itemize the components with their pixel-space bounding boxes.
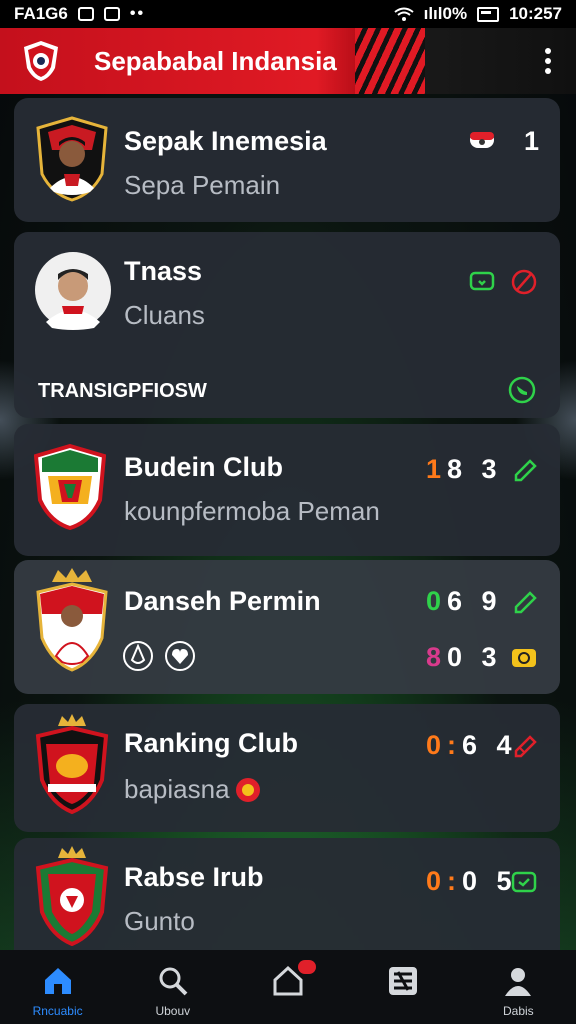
nav-search[interactable]: Ubouv [123,964,223,1018]
home-icon [44,968,71,994]
player-name: Danseh Permin [124,586,321,616]
battery-icon [477,6,500,22]
club-crest-icon [34,444,106,530]
badge-icon [236,778,260,802]
club-name: Rabse Irub [124,862,264,892]
status-carrier: FA1G6 [14,4,68,23]
club-score: 0:6 4 [426,730,518,760]
club-score: 0:0 5 [426,866,518,896]
player-score: 1 [524,126,546,156]
nav-notifications[interactable] [238,960,338,1004]
section-label: TRANSIGPFIOSW [38,380,207,402]
app-bar: Sepababal Indansia [0,28,576,94]
edit-icon[interactable] [512,456,540,484]
nav-label: Ubouv [155,1004,191,1018]
notification-icon [103,7,120,21]
signal-battery-text: ılıl0% [423,4,468,23]
club-card[interactable]: Budein Club kounpfermoba Peman 18 3 [14,424,560,556]
edit-icon[interactable] [512,588,540,616]
player-score: 06 9 [426,586,503,616]
notification-icon [77,7,94,21]
player-card[interactable]: Tnass Cluans TRANSIGPFIOSW [14,232,560,418]
heart-shield-icon[interactable] [164,640,196,672]
grid-icon [389,967,418,995]
profile-icon [505,968,532,996]
club-score: 18 3 [426,454,503,484]
player-name: Tnass [124,256,203,286]
nav-label: Dabis [503,1004,534,1018]
club-card[interactable]: Rabse Irub Gunto 0:0 5 [14,838,560,952]
status-bar: FA1G6 •• ılıl0% 10:257 [0,0,576,28]
chat-icon[interactable] [468,268,496,296]
team-toggle-icon[interactable] [468,126,496,154]
message-icon[interactable] [510,868,538,896]
bottom-navigation: Rncuabic Ubouv Dabis [0,950,576,1024]
player-score-secondary: 80 3 [426,642,503,672]
phone-icon[interactable] [508,376,536,404]
more-notifications-icon: •• [129,5,146,22]
player-subtitle: Sepa Pemain [124,170,281,200]
notification-badge [297,960,316,974]
location-icon[interactable] [122,640,154,672]
player-card[interactable]: Sepak Inemesia Sepa Pemain 1 [14,98,560,222]
club-name: Budein Club [124,452,283,482]
player-name: Sepak Inemesia [124,126,327,156]
player-badge-icon [36,116,108,202]
edit-icon[interactable] [512,732,540,760]
status-time: 10:257 [509,4,562,23]
club-subtitle: kounpfermoba Peman [124,496,380,526]
nav-teams[interactable] [353,964,453,1004]
no-entry-icon[interactable] [510,268,538,296]
ticket-icon[interactable] [510,644,538,672]
club-crest-icon [35,846,109,946]
club-name: Ranking Club [124,728,298,758]
player-crest-icon [36,568,108,672]
app-title: Sepababal Indansia [94,45,337,76]
overflow-menu-button[interactable] [536,46,560,76]
nav-label: Rncuabic [32,1004,83,1018]
club-subtitle: bapiasna [124,774,230,804]
nav-home[interactable]: Rncuabic [8,964,108,1018]
player-photo-icon [35,252,111,330]
app-bar-stripes [355,28,425,94]
app-logo-icon[interactable] [22,40,60,82]
club-crest-icon [35,714,109,815]
wifi-icon [393,7,414,21]
player-card[interactable]: Danseh Permin 06 9 80 3 [14,560,560,694]
player-subtitle: Cluans [124,300,205,330]
nav-profile[interactable]: Dabis [468,964,568,1018]
club-card[interactable]: Ranking Club bapiasna 0:6 4 [14,704,560,832]
search-icon [159,967,188,996]
club-subtitle: Gunto [124,906,195,936]
